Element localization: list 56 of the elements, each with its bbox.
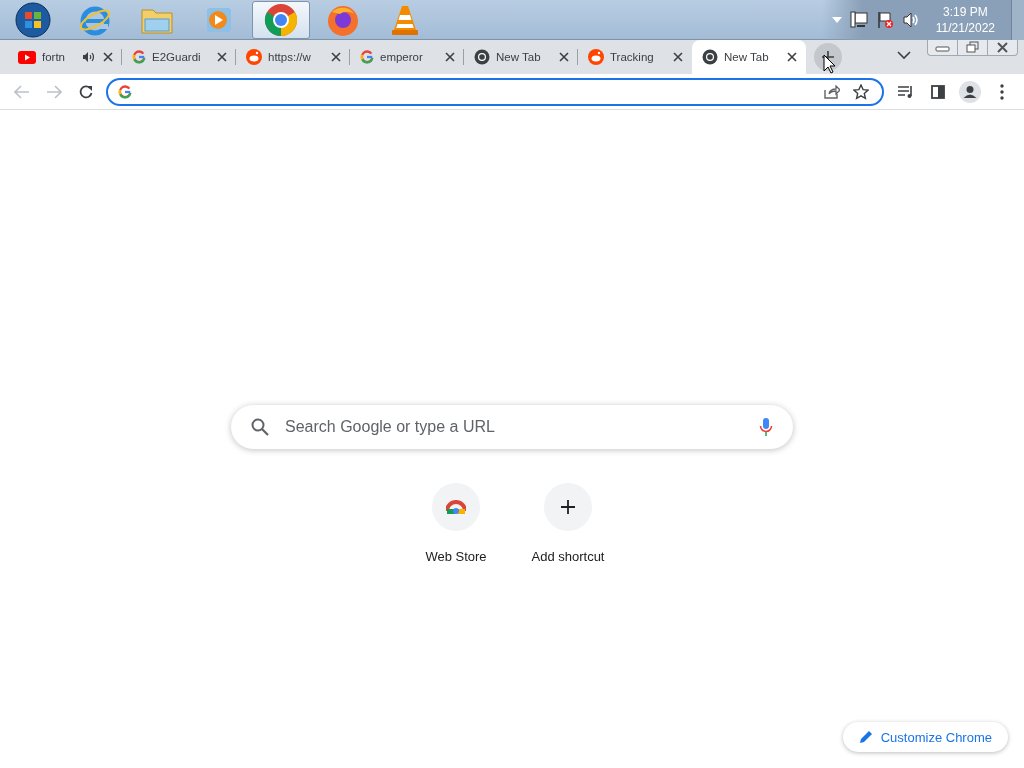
youtube-icon — [18, 50, 36, 64]
share-icon[interactable] — [824, 84, 840, 99]
microphone-icon[interactable] — [759, 417, 773, 437]
customize-chrome-button[interactable]: Customize Chrome — [842, 722, 1008, 752]
browser-tab[interactable]: fortn — [8, 40, 122, 74]
tab-title: emperor — [380, 51, 424, 63]
tab-title: E2Guardi — [152, 51, 202, 63]
reddit-icon — [588, 49, 604, 65]
start-orb-icon[interactable] — [15, 1, 51, 38]
google-icon — [360, 50, 374, 64]
star-icon[interactable] — [853, 83, 869, 100]
close-icon[interactable] — [217, 52, 227, 62]
google-icon — [118, 84, 132, 99]
shortcut-tile[interactable]: Add shortcut — [520, 483, 616, 564]
reddit-icon — [246, 49, 262, 65]
profile-icon[interactable] — [959, 80, 981, 103]
rainbow-icon — [446, 500, 466, 514]
shortcut-label: Web Store — [425, 549, 487, 564]
tab-title: Tracking — [610, 51, 655, 63]
tab-title: https://w — [268, 51, 312, 63]
browser-tab[interactable]: emperor — [350, 40, 464, 74]
close-icon[interactable] — [445, 52, 455, 62]
search-field[interactable]: Search Google or type a URL — [283, 417, 745, 437]
speaker-icon[interactable] — [82, 51, 94, 63]
close-icon[interactable] — [103, 52, 113, 62]
chrome-icon — [702, 49, 718, 65]
speaker-icon[interactable] — [901, 10, 920, 29]
chevron-down-icon[interactable] — [897, 51, 911, 60]
close-icon[interactable] — [331, 52, 341, 62]
browser-tab[interactable]: E2Guardi — [122, 40, 236, 74]
reload-icon[interactable] — [78, 83, 94, 100]
google-icon — [132, 50, 146, 64]
pencil-icon — [858, 730, 873, 744]
tab-title: fortn — [42, 51, 66, 63]
close-icon[interactable] — [673, 52, 683, 62]
browser-tab[interactable]: New Tab — [692, 40, 806, 74]
tab-title: New Tab — [724, 51, 770, 63]
shortcut-label: Add shortcut — [531, 549, 605, 564]
close-icon[interactable] — [787, 52, 797, 62]
shortcut-tile[interactable]: Web Store — [408, 483, 504, 564]
browser-tab[interactable]: https://w — [236, 40, 350, 74]
side-panel-icon[interactable] — [931, 84, 945, 99]
search-icon — [251, 418, 269, 436]
close-icon[interactable] — [559, 52, 569, 62]
network-icon[interactable] — [849, 10, 868, 29]
menu-icon[interactable] — [1000, 83, 1004, 100]
chrome-icon — [474, 49, 490, 65]
browser-tab[interactable]: Tracking — [578, 40, 692, 74]
media-queue-icon[interactable] — [897, 84, 915, 99]
browser-tab[interactable]: New Tab — [464, 40, 578, 74]
address-bar[interactable] — [106, 77, 884, 106]
chrome-icon[interactable] — [264, 2, 298, 37]
taskbar-button[interactable] — [252, 0, 310, 39]
tab-title: New Tab — [496, 51, 542, 63]
flag-icon[interactable] — [875, 10, 894, 29]
plus-icon — [561, 500, 575, 514]
